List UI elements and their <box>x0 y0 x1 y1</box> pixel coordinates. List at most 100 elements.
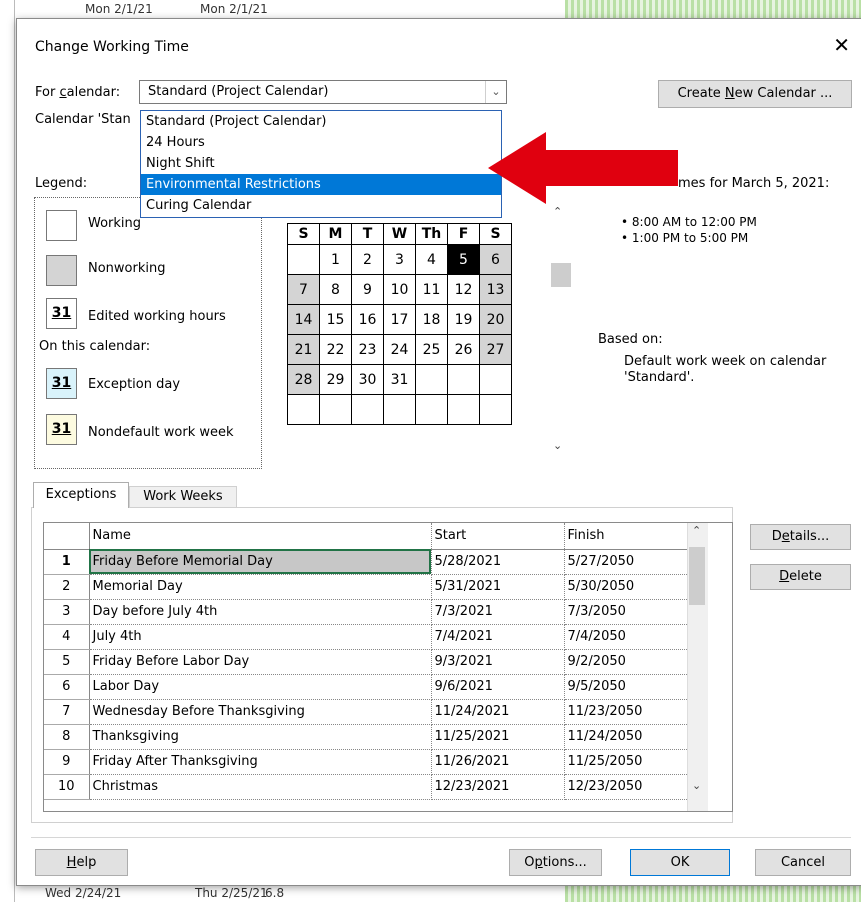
exception-finish-cell[interactable]: 5/30/2050 <box>564 574 701 600</box>
chevron-down-icon[interactable]: ⌄ <box>485 81 506 103</box>
calendar-day[interactable]: 25 <box>415 334 448 365</box>
calendar-scroll-down-icon[interactable]: ⌄ <box>553 439 562 452</box>
exception-finish-cell[interactable]: 12/23/2050 <box>564 774 701 800</box>
exception-start-cell[interactable]: 7/4/2021 <box>431 624 565 650</box>
close-icon[interactable]: ✕ <box>833 33 850 57</box>
calendar-day[interactable]: 13 <box>479 274 512 305</box>
dropdown-option[interactable]: 24 Hours <box>141 132 501 153</box>
delete-button[interactable]: Delete <box>750 564 851 590</box>
exception-name-cell[interactable]: Memorial Day <box>89 574 432 600</box>
exception-name-cell[interactable]: Friday After Thanksgiving <box>89 749 432 775</box>
calendar-day[interactable]: 24 <box>383 334 416 365</box>
calendar-day[interactable]: 2 <box>351 244 384 275</box>
calendar-day[interactable] <box>447 394 480 425</box>
exception-start-cell[interactable]: 5/31/2021 <box>431 574 565 600</box>
dropdown-option[interactable]: Standard (Project Calendar) <box>141 111 501 132</box>
exception-start-cell[interactable]: 12/23/2021 <box>431 774 565 800</box>
table-row[interactable]: 2 Memorial Day 5/31/2021 5/30/2050 <box>44 574 701 600</box>
calendar-day[interactable]: 3 <box>383 244 416 275</box>
grid-scroll-down-icon[interactable]: ⌄ <box>692 779 701 792</box>
calendar-day[interactable] <box>415 364 448 395</box>
table-row[interactable]: 6 Labor Day 9/6/2021 9/5/2050 <box>44 674 701 700</box>
exception-start-cell[interactable]: 11/26/2021 <box>431 749 565 775</box>
exception-name-cell[interactable]: Labor Day <box>89 674 432 700</box>
calendar-day[interactable]: 27 <box>479 334 512 365</box>
details-button[interactable]: Details... <box>750 524 851 550</box>
calendar-day[interactable]: 29 <box>319 364 352 395</box>
exception-name-cell[interactable]: Thanksgiving <box>89 724 432 750</box>
calendar-day[interactable] <box>415 394 448 425</box>
dropdown-option-selected[interactable]: Environmental Restrictions <box>141 174 501 195</box>
calendar-day[interactable] <box>447 364 480 395</box>
calendar-day[interactable]: 11 <box>415 274 448 305</box>
create-new-calendar-button[interactable]: Create New Calendar ... <box>658 80 852 108</box>
calendar-day[interactable]: 22 <box>319 334 352 365</box>
calendar-day[interactable]: 9 <box>351 274 384 305</box>
calendar-day[interactable]: 23 <box>351 334 384 365</box>
exception-name-cell[interactable]: Day before July 4th <box>89 599 432 625</box>
options-button[interactable]: Options... <box>509 849 602 876</box>
table-row[interactable]: 7 Wednesday Before Thanksgiving 11/24/20… <box>44 699 701 725</box>
table-row[interactable]: 1 Friday Before Memorial Day 5/28/2021 5… <box>44 549 701 575</box>
calendar-day[interactable]: 19 <box>447 304 480 335</box>
dropdown-option[interactable]: Curing Calendar <box>141 195 501 216</box>
cancel-button[interactable]: Cancel <box>755 849 851 876</box>
calendar-scroll-thumb[interactable] <box>551 263 571 287</box>
calendar-day[interactable]: 10 <box>383 274 416 305</box>
exception-name-cell[interactable]: Friday Before Labor Day <box>89 649 432 675</box>
table-row[interactable]: 5 Friday Before Labor Day 9/3/2021 9/2/2… <box>44 649 701 675</box>
table-row[interactable]: 4 July 4th 7/4/2021 7/4/2050 <box>44 624 701 650</box>
exception-start-cell[interactable]: 9/6/2021 <box>431 674 565 700</box>
exception-finish-cell[interactable]: 11/24/2050 <box>564 724 701 750</box>
table-row[interactable]: 9 Friday After Thanksgiving 11/26/2021 1… <box>44 749 701 775</box>
calendar-day[interactable]: 15 <box>319 304 352 335</box>
exception-name-cell[interactable]: July 4th <box>89 624 432 650</box>
calendar-day[interactable]: 8 <box>319 274 352 305</box>
calendar-day[interactable]: 21 <box>287 334 320 365</box>
exception-finish-cell[interactable]: 5/27/2050 <box>564 549 701 575</box>
table-row[interactable]: 8 Thanksgiving 11/25/2021 11/24/2050 <box>44 724 701 750</box>
calendar-day[interactable] <box>383 394 416 425</box>
exception-start-cell[interactable]: 5/28/2021 <box>431 549 565 575</box>
calendar-day[interactable]: 30 <box>351 364 384 395</box>
calendar-day[interactable] <box>319 394 352 425</box>
exception-name-cell[interactable]: Christmas <box>89 774 432 800</box>
exception-start-cell[interactable]: 9/3/2021 <box>431 649 565 675</box>
table-row[interactable]: 3 Day before July 4th 7/3/2021 7/3/2050 <box>44 599 701 625</box>
calendar-scroll-up-icon[interactable]: ⌃ <box>553 205 562 218</box>
exception-name-cell[interactable]: Wednesday Before Thanksgiving <box>89 699 432 725</box>
calendar-day[interactable]: 20 <box>479 304 512 335</box>
exception-finish-cell[interactable]: 7/4/2050 <box>564 624 701 650</box>
calendar-day[interactable]: 26 <box>447 334 480 365</box>
ok-button[interactable]: OK <box>630 849 730 876</box>
calendar-day[interactable]: 17 <box>383 304 416 335</box>
exception-finish-cell[interactable]: 11/23/2050 <box>564 699 701 725</box>
grid-scroll-thumb[interactable] <box>689 547 705 605</box>
tab-work-weeks[interactable]: Work Weeks <box>129 486 237 508</box>
calendar-day[interactable] <box>287 394 320 425</box>
exception-start-cell[interactable]: 11/24/2021 <box>431 699 565 725</box>
calendar-day[interactable] <box>287 244 320 275</box>
exception-name-cell[interactable]: Friday Before Memorial Day <box>89 549 432 575</box>
calendar-day[interactable]: 6 <box>479 244 512 275</box>
calendar-day[interactable]: 7 <box>287 274 320 305</box>
tab-exceptions[interactable]: Exceptions <box>33 482 129 508</box>
exception-start-cell[interactable]: 7/3/2021 <box>431 599 565 625</box>
exception-finish-cell[interactable]: 7/3/2050 <box>564 599 701 625</box>
exception-finish-cell[interactable]: 9/5/2050 <box>564 674 701 700</box>
exception-finish-cell[interactable]: 11/25/2050 <box>564 749 701 775</box>
grid-scroll-up-icon[interactable]: ⌃ <box>692 524 701 537</box>
dropdown-option[interactable]: Night Shift <box>141 153 501 174</box>
calendar-day[interactable]: 14 <box>287 304 320 335</box>
calendar-day[interactable]: 18 <box>415 304 448 335</box>
exception-finish-cell[interactable]: 9/2/2050 <box>564 649 701 675</box>
calendar-select[interactable]: Standard (Project Calendar) ⌄ <box>139 80 507 104</box>
calendar-day[interactable] <box>479 394 512 425</box>
calendar-day[interactable]: 28 <box>287 364 320 395</box>
calendar-day[interactable]: 1 <box>319 244 352 275</box>
calendar-day[interactable] <box>351 394 384 425</box>
help-button[interactable]: Help <box>35 849 128 876</box>
calendar-day[interactable]: 16 <box>351 304 384 335</box>
calendar-day[interactable] <box>479 364 512 395</box>
calendar-day[interactable]: 12 <box>447 274 480 305</box>
